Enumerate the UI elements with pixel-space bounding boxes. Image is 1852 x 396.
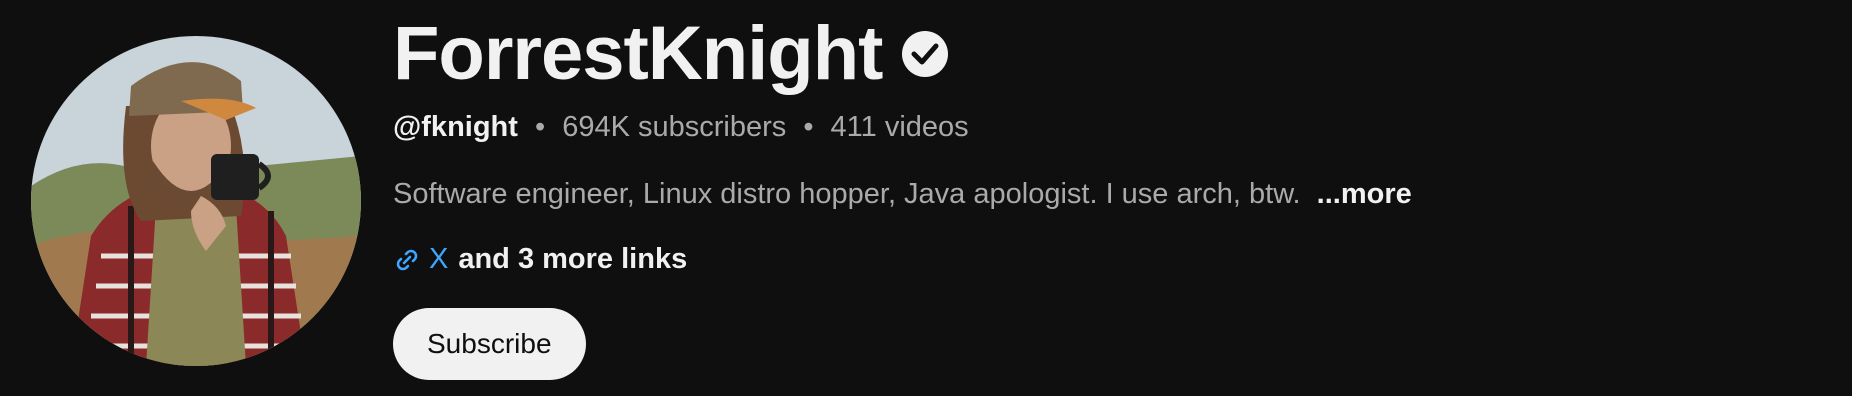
separator-dot: • (534, 111, 546, 143)
channel-description[interactable]: Software engineer, Linux distro hopper, … (393, 178, 1412, 211)
channel-name: ForrestKnight (393, 11, 883, 96)
description-text: Software engineer, Linux distro hopper, … (393, 178, 1301, 210)
avatar-image (31, 36, 361, 366)
channel-meta: @fknight • 694K subscribers • 411 videos (393, 111, 969, 144)
link-icon (393, 246, 421, 274)
subscribe-button[interactable]: Subscribe (393, 308, 586, 380)
channel-links[interactable]: X and 3 more links (393, 243, 687, 276)
verified-check-icon (902, 30, 949, 77)
channel-handle: @fknight (393, 111, 518, 143)
channel-avatar[interactable] (31, 36, 361, 366)
channel-title-row: ForrestKnight (393, 10, 949, 97)
primary-link[interactable]: X (429, 243, 448, 276)
more-links-button[interactable]: and 3 more links (458, 243, 687, 276)
video-count: 411 videos (830, 111, 969, 143)
separator-dot: • (803, 111, 814, 143)
subscriber-count: 694K subscribers (562, 111, 787, 143)
more-button[interactable]: ...more (1317, 178, 1412, 210)
